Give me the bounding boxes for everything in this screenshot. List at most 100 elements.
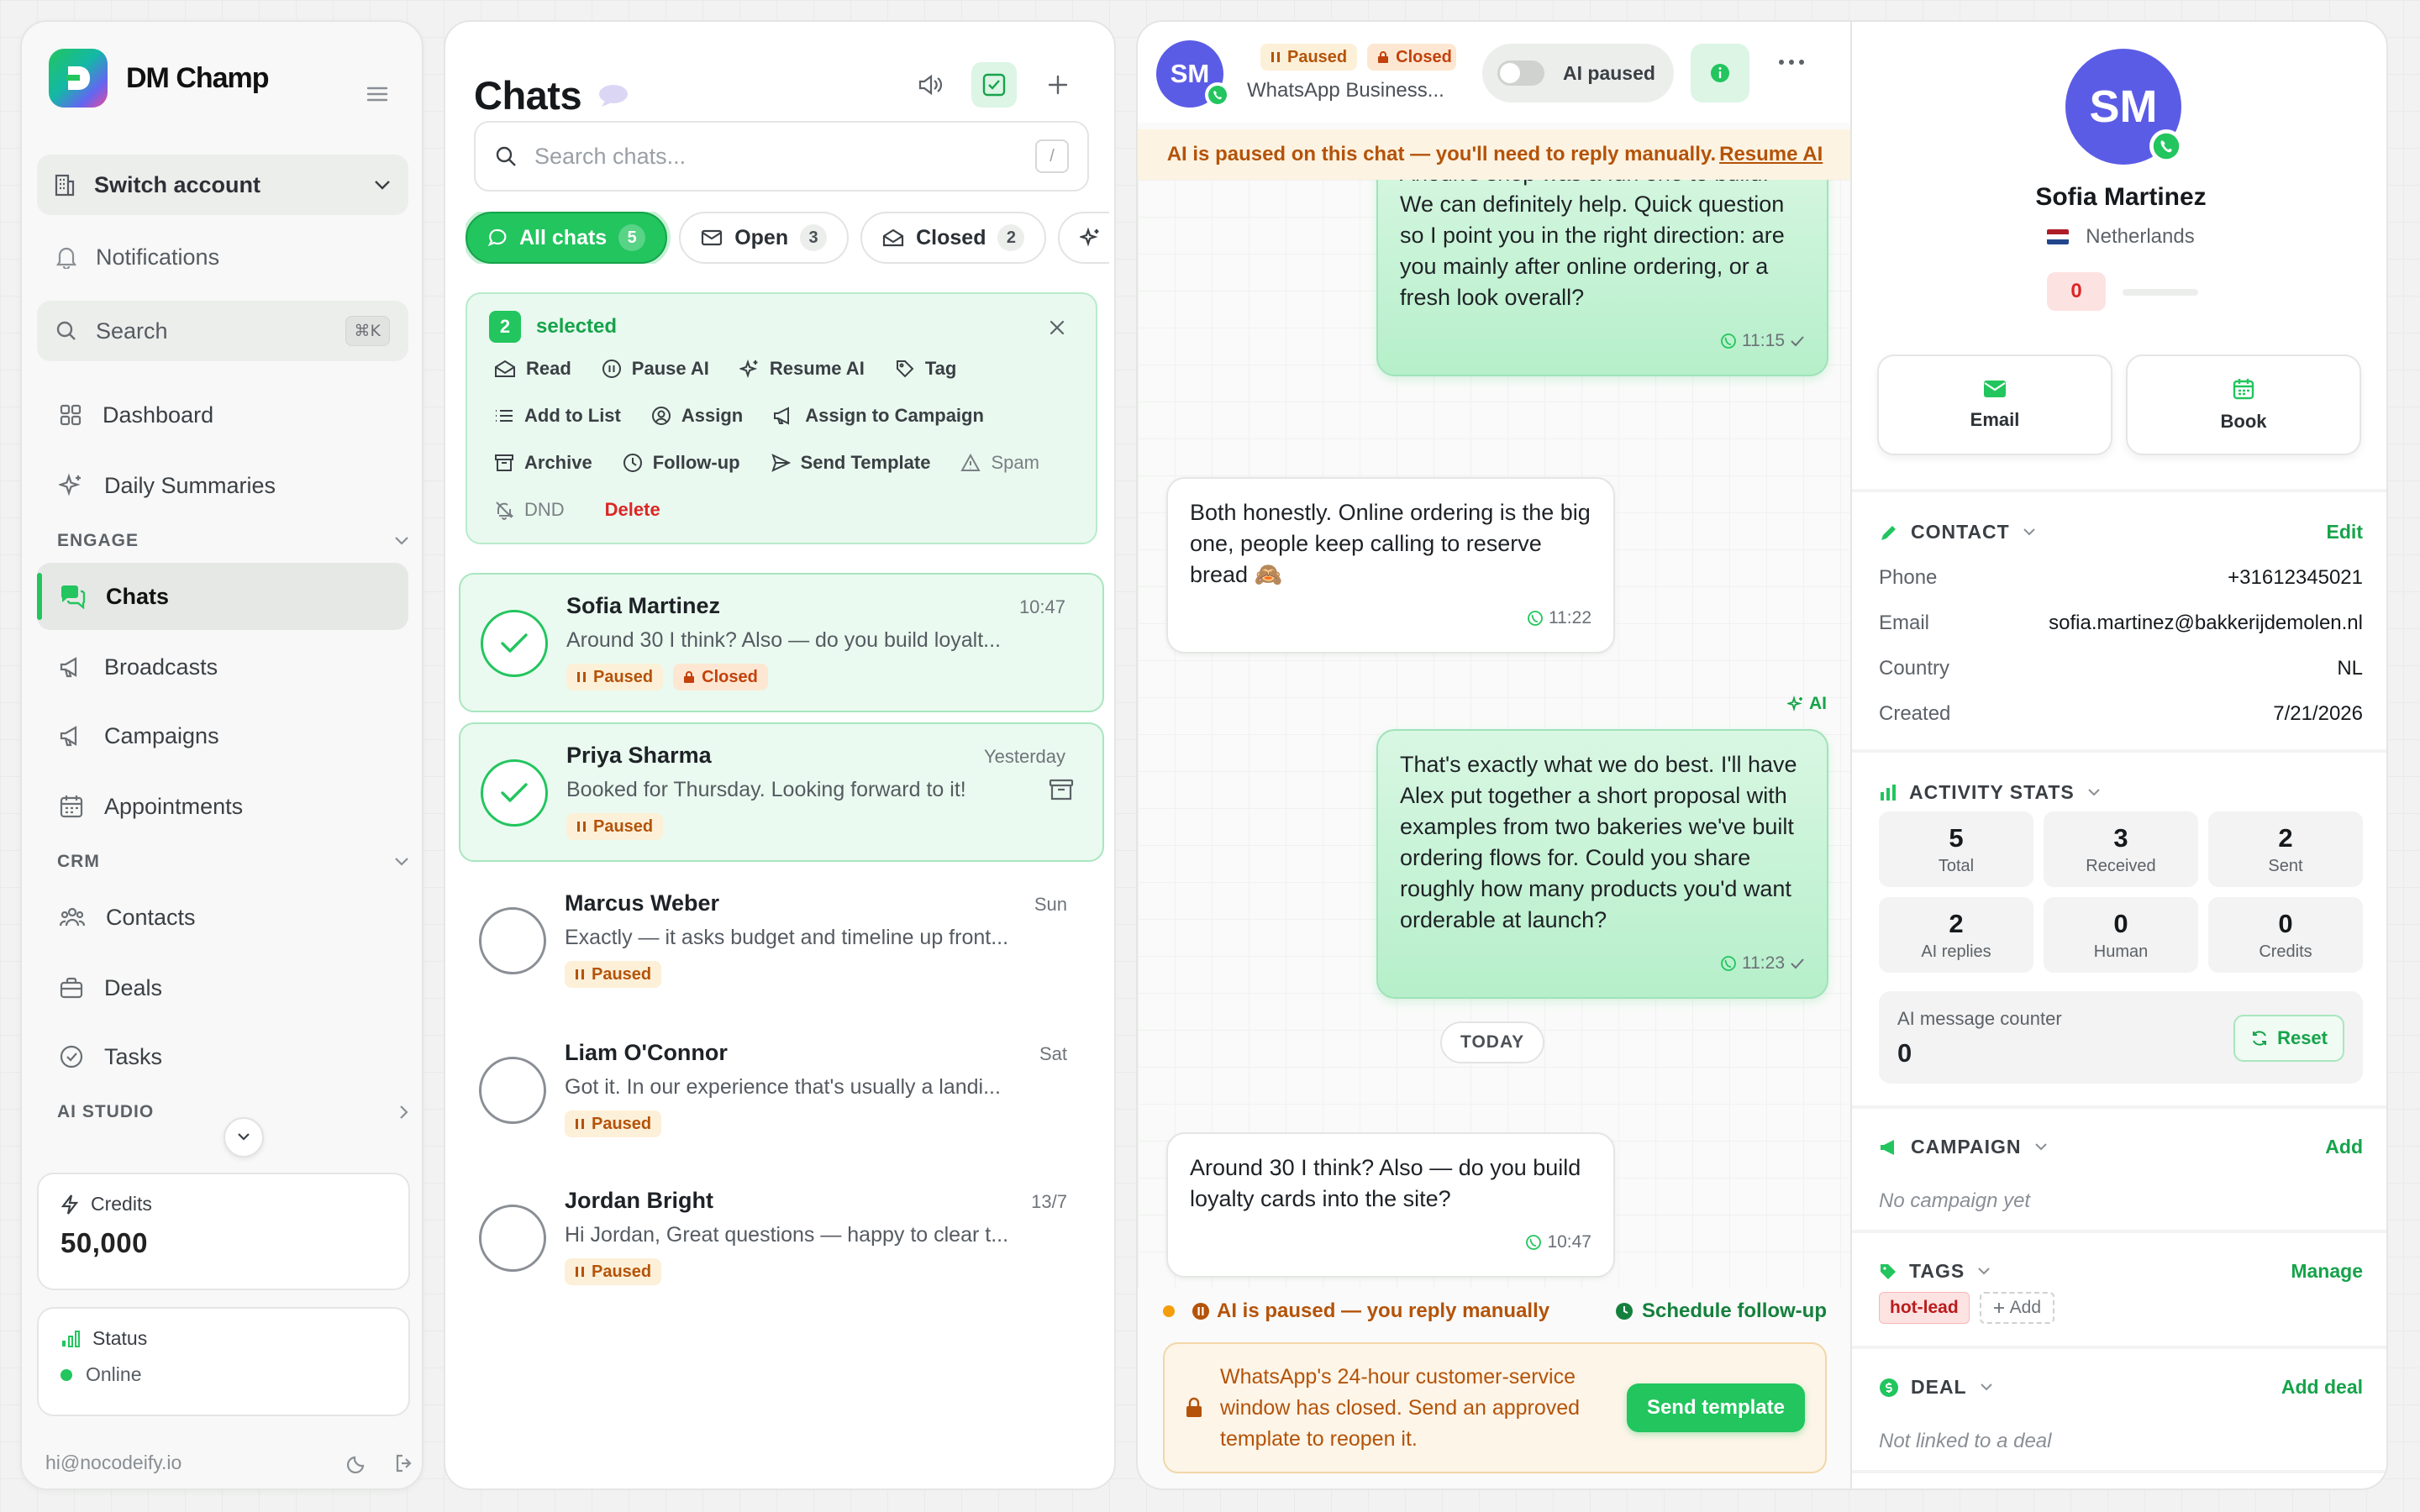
- envelope-icon: [701, 229, 723, 246]
- select-mode-button[interactable]: [971, 62, 1017, 108]
- badge-label: Paused: [592, 1262, 652, 1281]
- selected-checkbox[interactable]: [481, 759, 548, 827]
- book-action-button[interactable]: Book: [2126, 354, 2361, 455]
- filter-all-chats[interactable]: All chats 5: [466, 212, 668, 264]
- ai-toggle[interactable]: AI paused: [1482, 44, 1674, 102]
- message-thread: Anouk's shop was a fun one to build. We …: [1138, 180, 1850, 1289]
- sound-button[interactable]: [908, 62, 953, 108]
- archive-icon[interactable]: [1049, 778, 1074, 801]
- more-options-icon[interactable]: [1778, 59, 1805, 66]
- filter-open[interactable]: Open 3: [679, 212, 850, 264]
- info-button[interactable]: [1691, 44, 1749, 102]
- bulk-follow-up-button[interactable]: Follow-up: [623, 449, 740, 477]
- manage-tags-link[interactable]: Manage: [2291, 1260, 2363, 1283]
- sidebar-item-deals[interactable]: Deals: [37, 954, 408, 1021]
- chat-list-item[interactable]: Sofia Martinez 10:47 Around 30 I think? …: [459, 573, 1104, 712]
- sidebar-item-label: Contacts: [106, 904, 196, 930]
- bulk-tag-button[interactable]: Tag: [895, 354, 956, 383]
- tag-chip[interactable]: hot-lead: [1879, 1292, 1970, 1324]
- bulk-pause-ai-button[interactable]: Pause AI: [602, 354, 709, 383]
- chat-list-item[interactable]: Jordan Bright 13/7 Hi Jordan, Great ques…: [459, 1169, 1104, 1309]
- field-value[interactable]: sofia.martinez@bakkerijdemolen.nl: [2049, 612, 2363, 635]
- bulk-action-label: Delete: [604, 499, 660, 520]
- brand-name: DM Champ: [126, 61, 270, 94]
- notifications-button[interactable]: Notifications: [37, 227, 408, 287]
- filter-closed[interactable]: Closed 2: [860, 212, 1047, 264]
- bulk-delete-button[interactable]: Delete: [595, 496, 660, 524]
- sidebar-item-chats[interactable]: Chats: [37, 563, 408, 630]
- bulk-add-to-list-button[interactable]: Add to List: [494, 402, 621, 430]
- sidebar-item-tasks[interactable]: Tasks: [37, 1023, 408, 1090]
- resume-ai-link[interactable]: Resume AI: [1719, 143, 1823, 166]
- select-checkbox[interactable]: [479, 1057, 546, 1124]
- score-bar: [2123, 289, 2198, 296]
- search-input[interactable]: [534, 143, 1035, 170]
- bulk-resume-ai-button[interactable]: Resume AI: [739, 354, 865, 383]
- sidebar-item-campaigns[interactable]: Campaigns: [37, 702, 408, 769]
- logout-icon[interactable]: [393, 1452, 415, 1474]
- sidebar-item-label: Broadcasts: [104, 654, 218, 680]
- switch-account-button[interactable]: Switch account: [37, 155, 408, 215]
- sidebar-item-appointments[interactable]: Appointments: [37, 773, 408, 840]
- check-icon: [1790, 335, 1805, 347]
- chat-preview: Hi Jordan, Great questions — happy to cl…: [565, 1223, 1009, 1247]
- chat-list-item[interactable]: Marcus Weber Sun Exactly — it asks budge…: [459, 872, 1104, 1011]
- toggle-switch[interactable]: [1497, 60, 1544, 86]
- chat-search[interactable]: /: [474, 121, 1089, 192]
- selected-checkbox[interactable]: [481, 610, 548, 677]
- brand[interactable]: DM Champ: [49, 49, 270, 108]
- sidebar-item-broadcasts[interactable]: Broadcasts: [37, 633, 408, 701]
- email-action-button[interactable]: Email: [1877, 354, 2112, 455]
- clock-icon: [1615, 1302, 1634, 1320]
- deal-section-header[interactable]: DEAL Add deal: [1879, 1376, 2363, 1399]
- bulk-archive-button[interactable]: Archive: [494, 449, 592, 477]
- menu-icon[interactable]: [366, 86, 388, 102]
- bulk-assign-campaign-button[interactable]: Assign to Campaign: [773, 402, 984, 430]
- sidebar-search[interactable]: Search ⌘K: [37, 301, 408, 361]
- moon-icon[interactable]: [346, 1452, 368, 1474]
- select-checkbox[interactable]: [479, 1205, 546, 1272]
- bulk-dnd-button[interactable]: DND: [494, 496, 565, 524]
- message-incoming: Around 30 I think? Also — do you build l…: [1166, 1132, 1615, 1278]
- sidebar-item-dashboard[interactable]: Dashboard: [37, 381, 408, 449]
- paused-badge: Paused: [565, 1258, 662, 1285]
- add-campaign-link[interactable]: Add: [2325, 1136, 2363, 1158]
- chat-list-item[interactable]: Priya Sharma Yesterday Booked for Thursd…: [459, 722, 1104, 862]
- conversation-panel: SM Paused Closed WhatsApp Business... AI…: [1136, 20, 1850, 1490]
- reset-button[interactable]: Reset: [2233, 1015, 2344, 1062]
- ai-message-counter: AI message counter 0 Reset: [1879, 991, 2363, 1084]
- scroll-down-button[interactable]: [224, 1117, 264, 1158]
- sidebar-item-daily-summaries[interactable]: Daily Summaries: [37, 452, 408, 519]
- divider: [1852, 489, 2386, 492]
- tags-section-header[interactable]: TAGS Manage: [1879, 1260, 2363, 1283]
- sidebar-item-contacts[interactable]: Contacts: [37, 884, 408, 951]
- add-tag-button[interactable]: Add: [1979, 1292, 2055, 1324]
- stat-value: 0: [2278, 908, 2293, 938]
- bulk-spam-button[interactable]: Spam: [960, 449, 1039, 477]
- section-engage[interactable]: ENGAGE: [57, 531, 410, 551]
- schedule-followup-button[interactable]: Schedule follow-up: [1615, 1299, 1827, 1323]
- bulk-action-label: Archive: [524, 452, 592, 473]
- check-icon: [1790, 958, 1805, 969]
- badge-label: Paused: [593, 667, 654, 686]
- activity-section-header[interactable]: ACTIVITY STATS: [1879, 781, 2363, 804]
- bulk-read-button[interactable]: Read: [494, 354, 571, 383]
- close-icon[interactable]: [1049, 319, 1065, 336]
- section-crm[interactable]: CRM: [57, 852, 410, 872]
- select-checkbox[interactable]: [479, 907, 546, 974]
- field-value[interactable]: +31612345021: [2228, 566, 2363, 590]
- chevron-right-icon: [398, 1104, 410, 1121]
- filter-ai[interactable]: ·: [1058, 212, 1109, 264]
- field-value: 7/21/2026: [2273, 702, 2363, 725]
- bulk-assign-button[interactable]: Assign: [651, 402, 743, 430]
- send-template-button[interactable]: Send template: [1626, 1383, 1805, 1432]
- new-chat-button[interactable]: [1035, 62, 1081, 108]
- chat-list-item[interactable]: Liam O'Connor Sat Got it. In our experie…: [459, 1021, 1104, 1161]
- bulk-send-template-button[interactable]: Send Template: [771, 449, 930, 477]
- add-deal-link[interactable]: Add deal: [2281, 1376, 2363, 1399]
- pause-circle-icon: [1192, 1302, 1210, 1320]
- edit-link[interactable]: Edit: [2327, 521, 2363, 543]
- campaign-section-header[interactable]: CAMPAIGN Add: [1879, 1136, 2363, 1158]
- contact-section-header[interactable]: CONTACT Edit: [1879, 521, 2363, 543]
- paused-badge: Paused: [566, 813, 664, 840]
